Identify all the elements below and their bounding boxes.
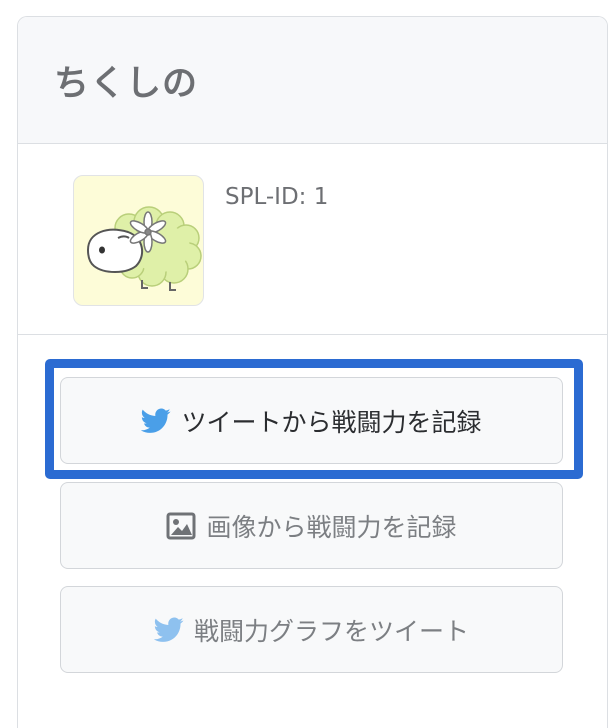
record-from-image-button[interactable]: 画像から戦闘力を記録: [60, 482, 563, 569]
card-title: ちくしの: [54, 63, 199, 104]
profile-card: ちくしの SPL-ID: 1 ツイートから戦闘力を記録 画像から戦闘力を記録 戦…: [17, 16, 608, 728]
profile-section: SPL-ID: 1: [18, 144, 607, 335]
twitter-bird-icon: [153, 617, 184, 643]
record-from-image-label: 画像から戦闘力を記録: [206, 512, 457, 542]
avatar: [73, 175, 204, 306]
tweet-graph-label: 戦闘力グラフをツイート: [193, 616, 469, 646]
spl-id-label: SPL-ID: 1: [225, 184, 329, 210]
card-header: ちくしの: [18, 17, 607, 144]
tweet-graph-button[interactable]: 戦闘力グラフをツイート: [60, 586, 563, 673]
sheep-avatar-icon: [86, 206, 202, 291]
twitter-bird-icon: [141, 408, 171, 434]
image-icon: [166, 512, 196, 540]
record-from-tweet-button[interactable]: ツイートから戦闘力を記録: [60, 377, 563, 464]
record-from-tweet-label: ツイートから戦闘力を記録: [181, 407, 482, 437]
